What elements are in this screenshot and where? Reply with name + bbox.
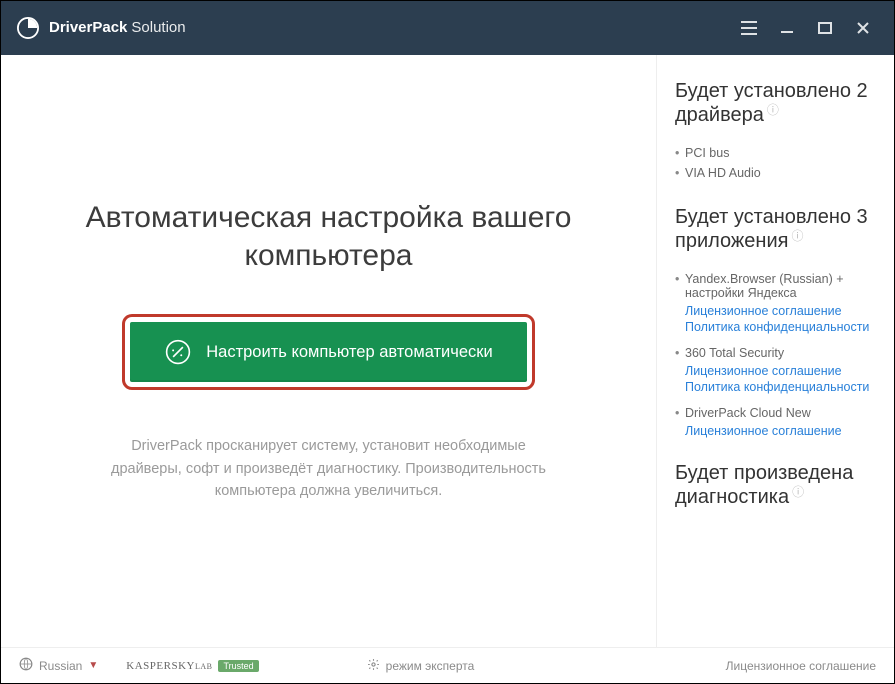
minimize-button[interactable] — [768, 12, 806, 44]
diagnostics-heading: Будет произведена диагностикаⓘ — [675, 461, 878, 509]
brand-bold: DriverPackSolution — [49, 19, 186, 37]
apps-heading: Будет установлено 3 приложенияⓘ — [675, 205, 878, 253]
privacy-link[interactable]: Политика конфиденциальности — [675, 319, 878, 335]
app-logo: DriverPackSolution — [17, 17, 186, 39]
drivers-list: PCI bus VIA HD Audio — [675, 143, 878, 183]
menu-button[interactable] — [730, 12, 768, 44]
close-button[interactable] — [844, 12, 882, 44]
footer-license-link[interactable]: Лицензионное соглашение — [726, 659, 876, 673]
driverpack-logo-icon — [17, 17, 39, 39]
chevron-down-icon: ▼ — [88, 660, 98, 671]
configure-automatically-button[interactable]: Настроить компьютер автоматически — [130, 322, 527, 382]
privacy-link[interactable]: Политика конфиденциальности — [675, 379, 878, 395]
expert-label: режим эксперта — [386, 659, 475, 673]
maximize-button[interactable] — [806, 12, 844, 44]
expert-mode-toggle[interactable]: режим эксперта — [367, 658, 475, 674]
footer-bar: Russian ▼ KASPERSKYLAB Trusted режим экс… — [1, 647, 894, 683]
apps-list: Yandex.Browser (Russian) + настройки Янд… — [675, 269, 878, 439]
list-item: DriverPack Cloud New — [675, 403, 878, 423]
list-item: Yandex.Browser (Russian) + настройки Янд… — [675, 269, 878, 303]
cta-highlight-frame: Настроить компьютер автоматически — [122, 314, 535, 390]
license-link[interactable]: Лицензионное соглашение — [675, 303, 878, 319]
trusted-badge: Trusted — [218, 660, 258, 672]
list-item: 360 Total Security — [675, 343, 878, 363]
list-item: PCI bus — [675, 143, 878, 163]
help-icon[interactable]: ⓘ — [791, 229, 803, 243]
language-selector[interactable]: Russian ▼ — [19, 657, 98, 674]
content-area: Автоматическая настройка вашего компьюте… — [1, 55, 894, 647]
gear-icon — [367, 658, 380, 674]
help-icon[interactable]: ⓘ — [792, 485, 804, 499]
cta-label: Настроить компьютер автоматически — [206, 343, 493, 362]
list-item: VIA HD Audio — [675, 163, 878, 183]
help-icon[interactable]: ⓘ — [767, 103, 779, 117]
wand-icon — [164, 338, 192, 366]
globe-icon — [19, 657, 33, 674]
main-description: DriverPack просканирует систему, установ… — [99, 435, 559, 502]
main-heading: Автоматическая настройка вашего компьюте… — [31, 199, 626, 274]
license-link[interactable]: Лицензионное соглашение — [675, 363, 878, 379]
main-panel: Автоматическая настройка вашего компьюте… — [1, 55, 656, 647]
kaspersky-trusted: KASPERSKYLAB Trusted — [126, 660, 258, 672]
license-link[interactable]: Лицензионное соглашение — [675, 423, 878, 439]
language-label: Russian — [39, 659, 82, 673]
title-bar: DriverPackSolution — [1, 1, 894, 55]
kaspersky-label: KASPERSKYLAB — [126, 660, 212, 672]
sidebar: Будет установлено 2 драйвераⓘ PCI bus VI… — [656, 55, 894, 647]
drivers-heading: Будет установлено 2 драйвераⓘ — [675, 79, 878, 127]
